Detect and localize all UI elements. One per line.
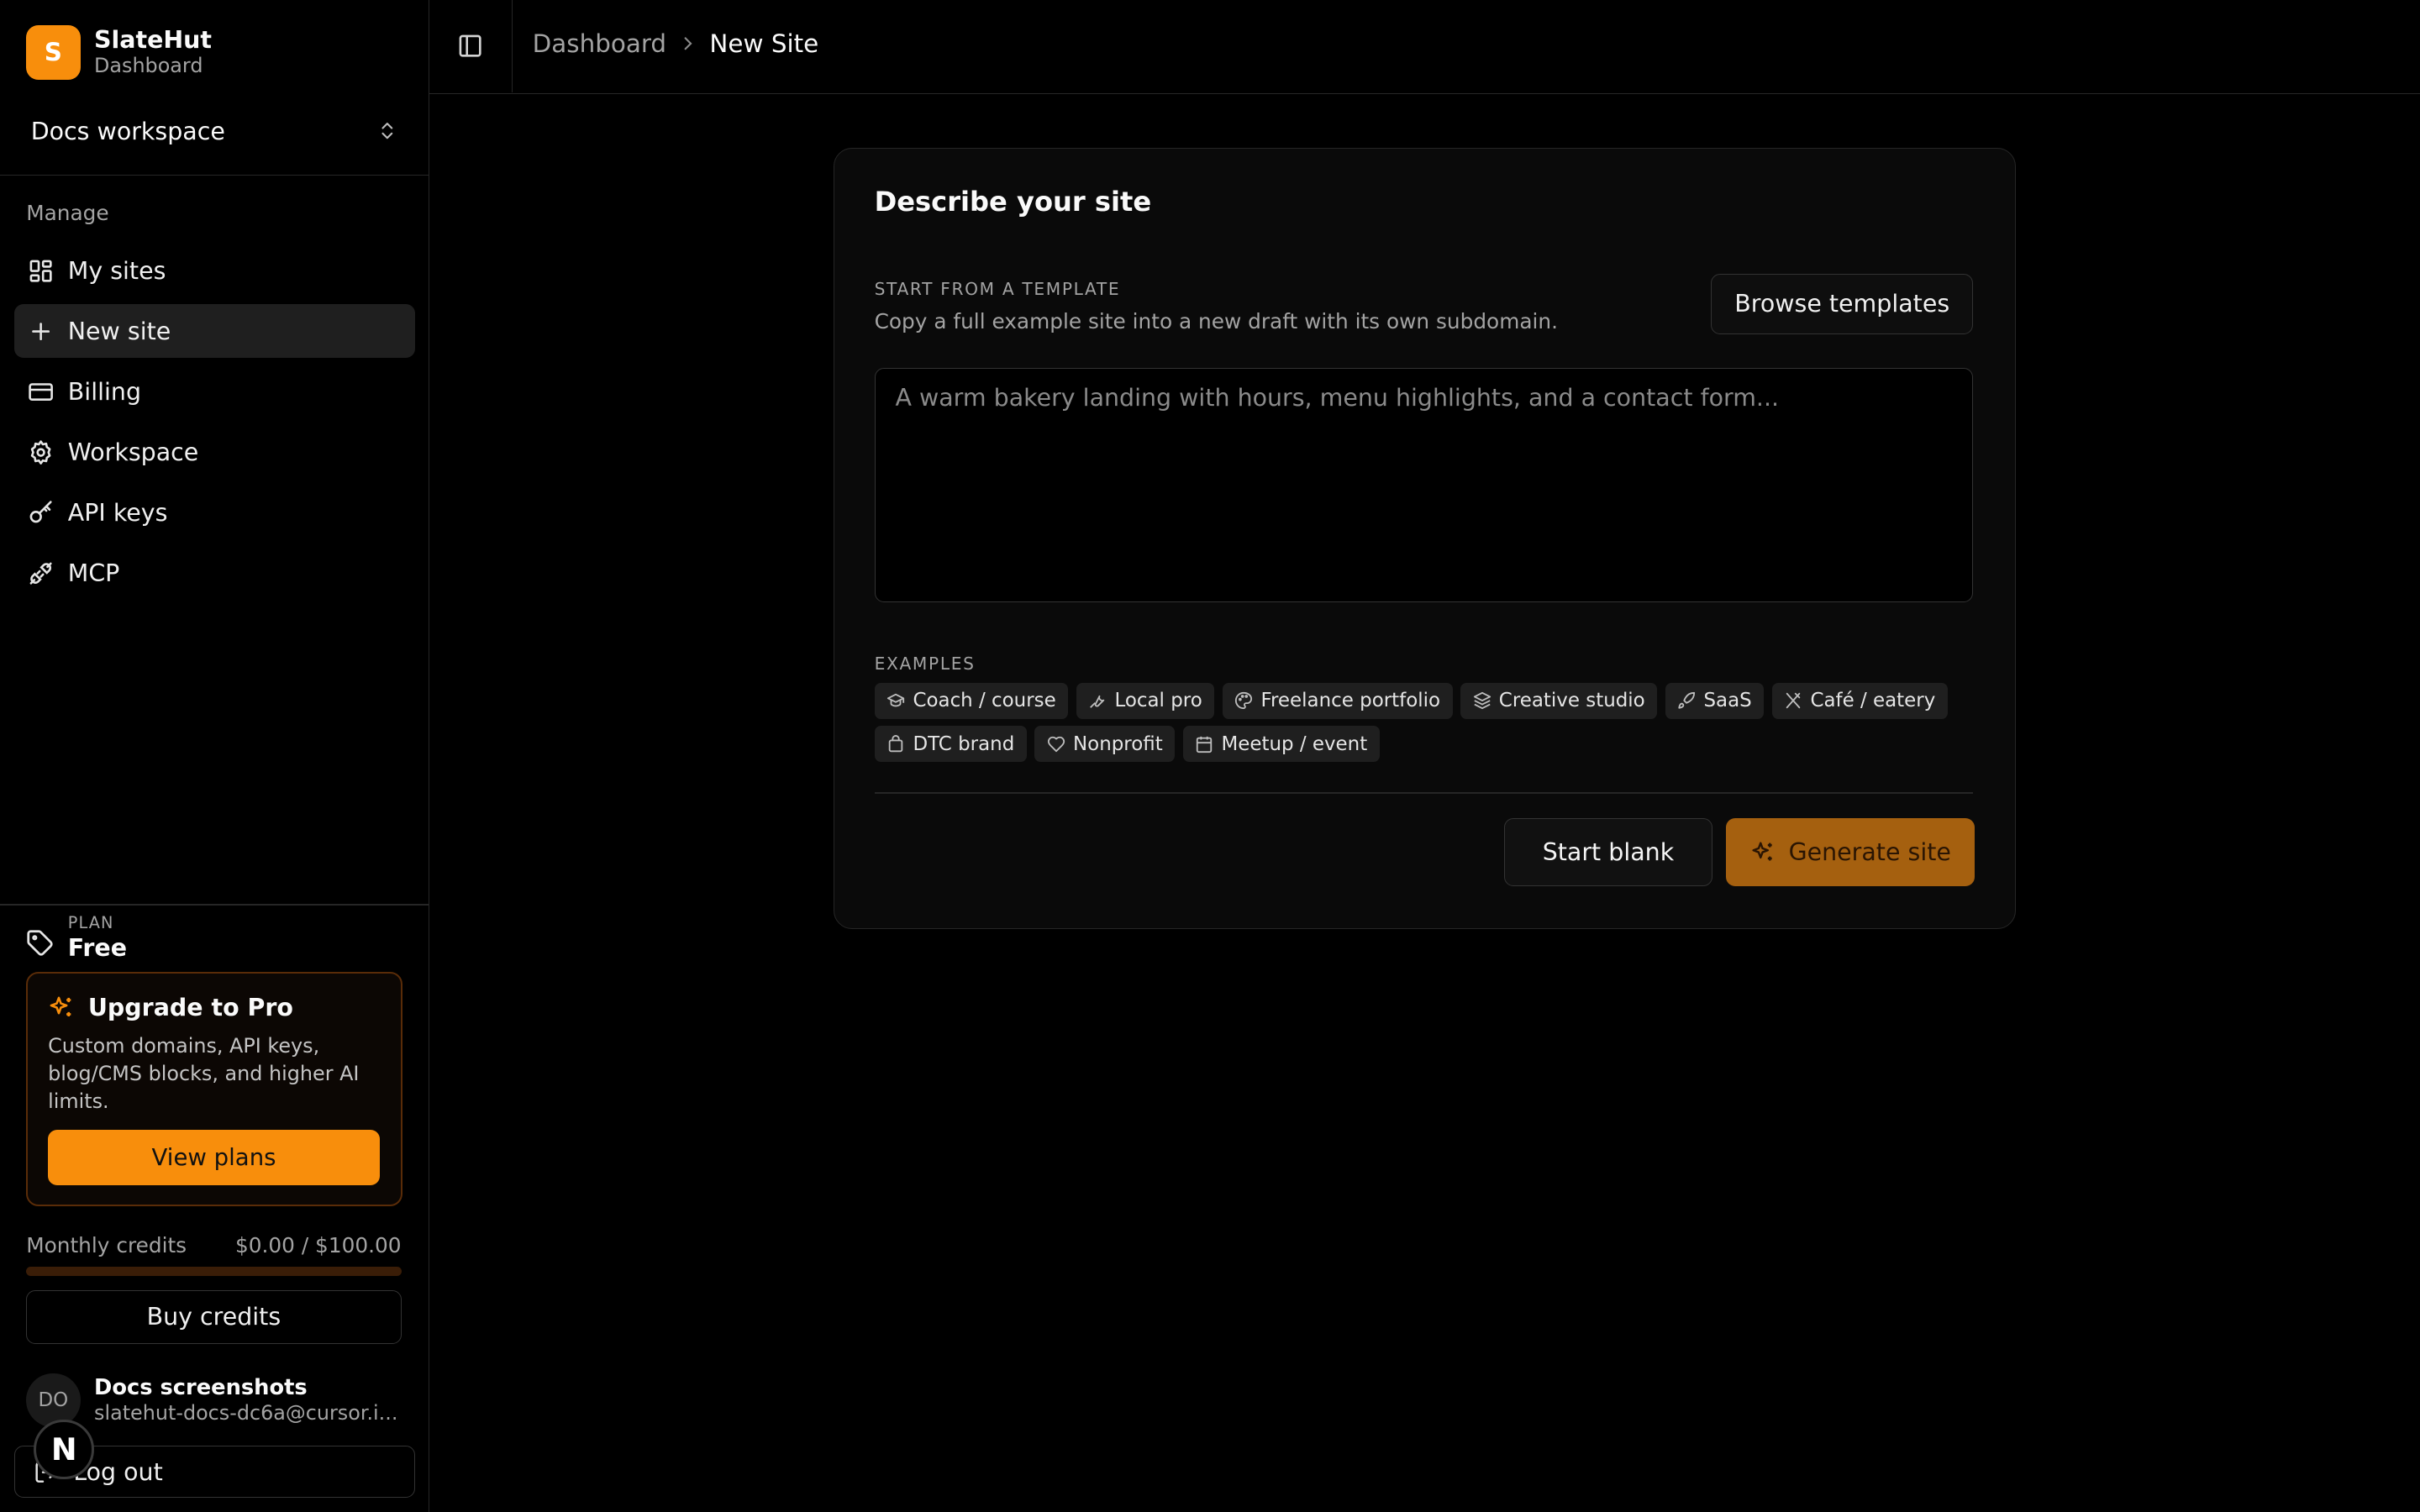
sidebar-item-label: Billing: [67, 377, 142, 406]
brand-subtitle: Dashboard: [94, 54, 203, 78]
dev-tools-badge[interactable]: N: [34, 1419, 95, 1480]
credit-card-icon: [29, 382, 53, 401]
plan-indicator: PLAN Free: [26, 912, 127, 964]
shopping-bag-icon: [889, 734, 903, 752]
user-name: Docs screenshots: [94, 1374, 308, 1400]
rocket-icon: [1678, 692, 1696, 710]
plan-label: PLAN: [67, 912, 114, 932]
sidebar-item-api-keys[interactable]: API keys: [14, 486, 416, 539]
example-chip-label: Local pro: [1114, 690, 1202, 712]
example-chip-local-pro[interactable]: Local pro: [1076, 682, 1215, 719]
panel-left-icon: [459, 35, 481, 58]
user-profile[interactable]: DO Docs screenshots slatehut-docs-dc6a@c…: [26, 1373, 397, 1427]
examples-label: EXAMPLES: [874, 653, 976, 674]
upgrade-card: Upgrade to Pro Custom domains, API keys,…: [26, 972, 403, 1207]
avatar: DO: [26, 1373, 81, 1427]
brand-name: SlateHut: [94, 26, 213, 55]
breadcrumb-current: New Site: [709, 29, 819, 58]
credits-row: Monthly credits $0.00 / $100.00: [26, 1233, 401, 1257]
graduation-cap-icon: [887, 694, 905, 707]
calendar-icon: [1197, 736, 1213, 753]
template-section-label: START FROM A TEMPLATE: [874, 278, 1121, 299]
sparkles-icon: [50, 996, 71, 1016]
sidebar-item-label: API keys: [67, 498, 168, 527]
examples-list: Coach / course Local pro Freelance portf…: [874, 682, 1974, 769]
breadcrumb-link-dashboard[interactable]: Dashboard: [533, 29, 666, 58]
example-chip-label: Nonprofit: [1073, 732, 1163, 755]
tag-icon: [27, 930, 53, 956]
example-chip-label: Creative studio: [1498, 690, 1645, 712]
sidebar-item-workspace[interactable]: Workspace: [14, 425, 416, 479]
sidebar-divider: [0, 904, 429, 906]
utensils-icon: [1786, 693, 1801, 709]
plan-name: Free: [67, 934, 128, 963]
example-chip-creative-studio[interactable]: Creative studio: [1460, 682, 1658, 719]
describe-site-card: Describe your site START FROM A TEMPLATE…: [833, 148, 2016, 929]
sidebar-item-billing[interactable]: Billing: [14, 365, 416, 418]
example-chip-coach-course[interactable]: Coach / course: [874, 682, 1069, 719]
sparkles-icon: [1752, 842, 1772, 861]
chevrons-up-down-icon: [381, 123, 393, 139]
example-chip-freelance-portfolio[interactable]: Freelance portfolio: [1222, 682, 1453, 719]
grid-icon: [29, 260, 52, 282]
top-header: Dashboard New Site: [429, 0, 2420, 95]
sidebar-item-label: MCP: [67, 559, 120, 587]
brand[interactable]: S SlateHut Dashboard: [26, 24, 212, 80]
sidebar-item-mcp[interactable]: MCP: [14, 546, 416, 600]
view-plans-button[interactable]: View plans: [48, 1129, 380, 1185]
chevron-right-icon: [684, 37, 692, 50]
palette-icon: [1235, 692, 1253, 710]
example-chip-label: Freelance portfolio: [1260, 690, 1441, 712]
upgrade-description: Custom domains, API keys, blog/CMS block…: [48, 1033, 360, 1113]
sidebar-item-new-site[interactable]: New site: [13, 304, 416, 359]
app-root: S SlateHut Dashboard Docs workspace Mana…: [0, 0, 2420, 1512]
gear-icon: [30, 439, 51, 465]
plus-icon: [32, 322, 50, 340]
sidebar-item-label: Workspace: [67, 438, 199, 466]
start-blank-button[interactable]: Start blank: [1503, 818, 1712, 887]
browse-templates-button[interactable]: Browse templates: [1711, 274, 1974, 334]
example-chip-saas[interactable]: SaaS: [1665, 682, 1765, 719]
nav-group-label: Manage: [26, 200, 109, 225]
example-chip-label: SaaS: [1703, 690, 1752, 712]
example-chip-label: Coach / course: [913, 690, 1056, 712]
brand-logo: S: [26, 25, 81, 80]
sidebar-item-label: My sites: [67, 256, 166, 285]
sidebar-nav: My sites New site Billing Workspace API …: [13, 244, 416, 606]
key-icon: [29, 500, 52, 522]
example-chip-label: DTC brand: [913, 732, 1015, 755]
workspace-label: Docs workspace: [30, 117, 225, 145]
example-chip-meetup-event[interactable]: Meetup / event: [1182, 726, 1380, 763]
example-chip-nonprofit[interactable]: Nonprofit: [1034, 726, 1176, 763]
example-chip-cafe-eatery[interactable]: Café / eatery: [1771, 682, 1948, 719]
sidebar: S SlateHut Dashboard Docs workspace Mana…: [0, 0, 429, 1512]
generate-site-label: Generate site: [1788, 838, 1951, 867]
sidebar-divider: [0, 174, 429, 176]
page-title: Describe your site: [874, 186, 1152, 218]
site-description-input[interactable]: [874, 368, 1974, 603]
example-chip-label: Meetup / event: [1221, 732, 1368, 755]
sidebar-item-my-sites[interactable]: My sites: [14, 244, 416, 297]
card-divider: [874, 792, 1974, 795]
breadcrumb: Dashboard New Site: [533, 29, 819, 58]
workspace-switcher[interactable]: Docs workspace: [14, 105, 416, 157]
sidebar-item-label: New site: [67, 317, 171, 345]
example-chip-label: Café / eatery: [1810, 690, 1936, 712]
credits-label: Monthly credits: [26, 1232, 187, 1257]
sidebar-toggle-button[interactable]: [429, 0, 513, 93]
buy-credits-button[interactable]: Buy credits: [26, 1289, 402, 1344]
credits-progress-bar: [26, 1266, 402, 1276]
generate-site-button[interactable]: Generate site: [1726, 818, 1975, 887]
example-chip-dtc-brand[interactable]: DTC brand: [874, 726, 1027, 763]
wrench-icon: [1090, 696, 1105, 709]
heart-handshake-icon: [1047, 736, 1065, 752]
user-email: slatehut-docs-dc6a@cursor.i...: [94, 1400, 398, 1425]
credits-value: $0.00 / $100.00: [235, 1232, 402, 1257]
plug-icon: [29, 562, 52, 585]
layers-icon: [1473, 692, 1491, 710]
template-description: Copy a full example site into a new draf…: [874, 309, 1559, 334]
upgrade-title: Upgrade to Pro: [87, 994, 293, 1022]
